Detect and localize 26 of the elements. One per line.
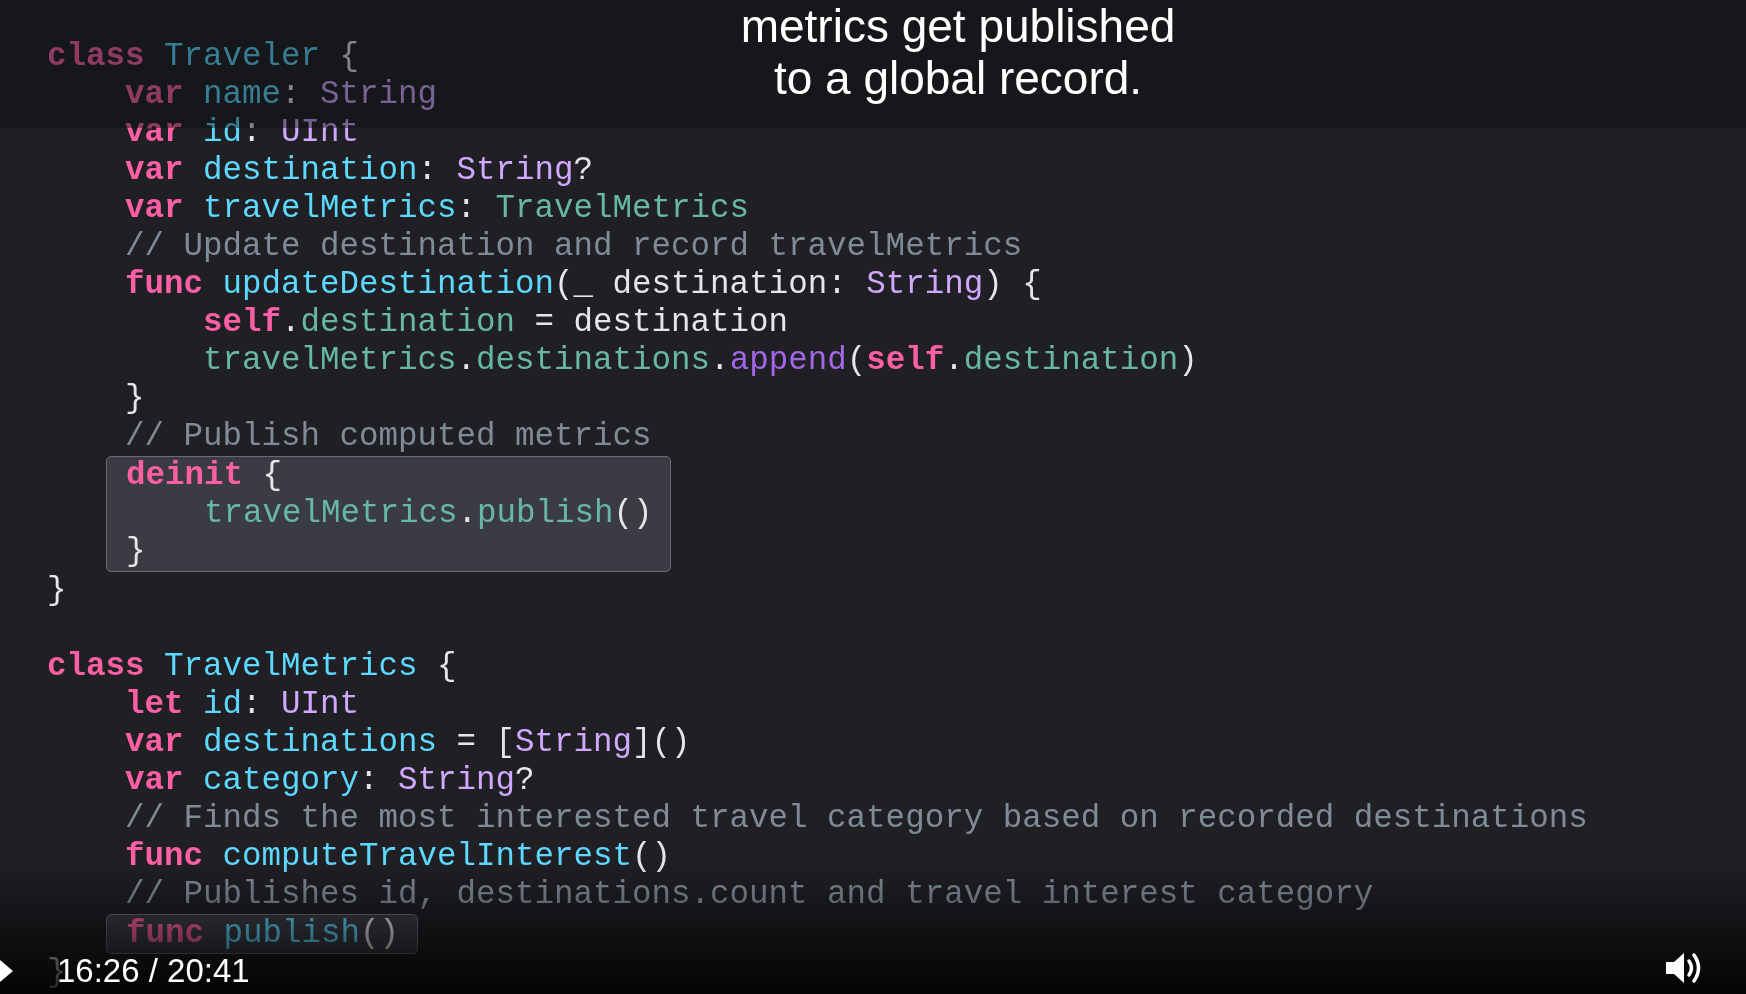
code-line: travelMetrics.publish() (204, 495, 653, 533)
code-line: class Traveler { (47, 38, 360, 76)
code-line: var name: String (125, 76, 438, 114)
code-comment: // Publishes id, destinations.count and travel interest category (125, 876, 1374, 914)
code-comment: // Update destination and record travelMetrics (125, 228, 1023, 266)
code-line: deinit { (126, 457, 283, 495)
code-line: class TravelMetrics { (47, 648, 457, 686)
caption-text: metrics get published (739, 0, 1176, 52)
code-line: var category: String? (125, 762, 535, 800)
code-line: var destinations = [String]() (125, 724, 691, 762)
play-icon[interactable] (0, 960, 13, 982)
code-line: func publish() (126, 915, 400, 953)
code-line: let id: UInt (125, 686, 360, 724)
code-comment: // Publish computed metrics (125, 418, 652, 456)
code-line: var destination: String? (125, 152, 594, 190)
code-line: func computeTravelInterest() (125, 838, 672, 876)
code-line: var travelMetrics: TravelMetrics (125, 190, 750, 228)
code-comment: // Finds the most interested travel category based on recorded destinations (125, 800, 1588, 838)
code-line: func updateDestination(_ destination: String) { (125, 266, 1042, 304)
code-line: } (47, 572, 67, 610)
code-line: self.destination = destination (203, 304, 789, 342)
code-line: } (126, 533, 146, 571)
code-line: travelMetrics.destinations.append(self.destination) (203, 342, 1198, 380)
code-line: } (125, 380, 145, 418)
caption-text: to a global record. (772, 52, 1143, 104)
code-line: var id: UInt (125, 114, 360, 152)
